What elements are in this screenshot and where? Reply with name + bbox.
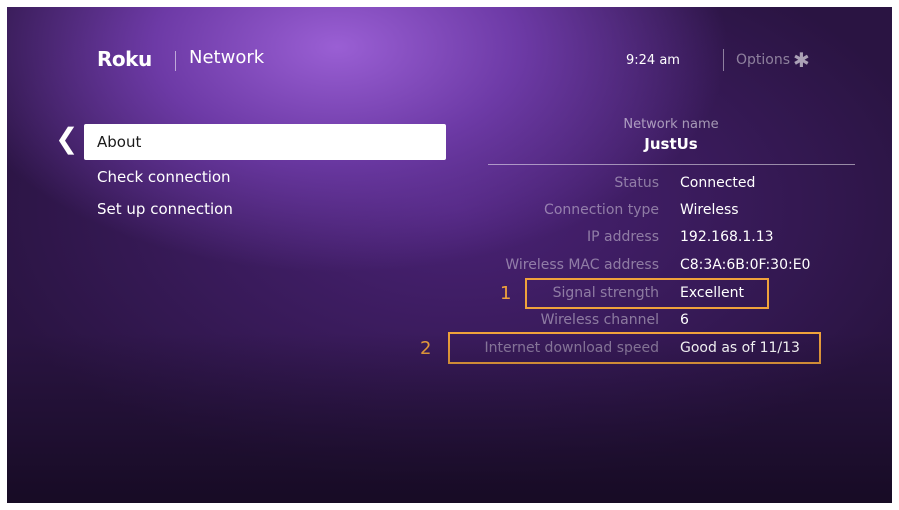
sidebar-item-label: Check connection — [97, 168, 231, 186]
sidebar-item-check-connection[interactable]: Check connection — [84, 159, 446, 195]
status-value: Connected — [680, 175, 756, 191]
network-divider — [488, 164, 855, 165]
wireless-channel-label: Wireless channel — [540, 312, 659, 328]
connection-type-label: Connection type — [544, 202, 659, 218]
status-label: Status — [614, 175, 659, 191]
ip-address-label: IP address — [586, 229, 659, 245]
asterisk-icon[interactable]: ✱ — [793, 48, 810, 72]
clock: 9:24 am — [626, 53, 680, 68]
mac-address-value: C8:3A:6B:0F:30:E0 — [680, 257, 811, 273]
annotation-number-2: 2 — [420, 338, 432, 359]
wireless-channel-value: 6 — [680, 312, 689, 328]
annotation-number-1: 1 — [500, 283, 512, 304]
sidebar-item-about[interactable]: About — [84, 124, 446, 160]
header-divider-right — [723, 49, 724, 71]
sidebar-item-label: Set up connection — [97, 200, 233, 218]
options-label[interactable]: Options — [736, 52, 790, 68]
roku-logo: Roku — [97, 47, 152, 71]
annotation-box-signal-strength — [525, 278, 769, 309]
network-name-label: Network name — [623, 117, 719, 132]
tv-screen: Roku Network 9:24 am Options ✱ ❮ About C… — [7, 7, 892, 503]
page-title: Network — [189, 47, 265, 68]
sidebar-item-label: About — [97, 133, 142, 151]
chevron-left-icon[interactable]: ❮ — [55, 125, 78, 153]
header-divider — [175, 51, 176, 71]
network-name-value: JustUs — [644, 135, 698, 153]
sidebar-item-set-up-connection[interactable]: Set up connection — [84, 191, 446, 227]
annotation-box-download-speed — [448, 332, 821, 364]
ip-address-value: 192.168.1.13 — [680, 229, 774, 245]
connection-type-value: Wireless — [680, 202, 739, 218]
mac-address-label: Wireless MAC address — [505, 257, 659, 273]
